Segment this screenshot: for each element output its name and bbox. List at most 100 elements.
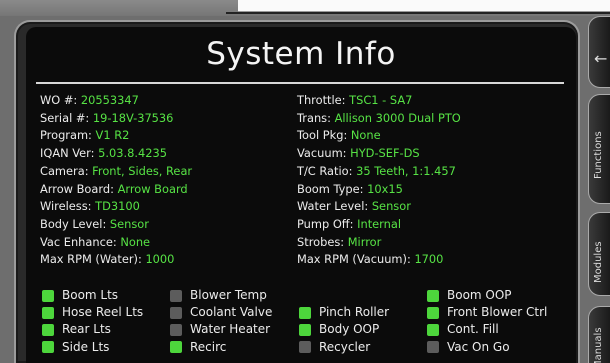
info-label: Arrow Board: (40, 181, 114, 196)
info-row-wo: WO #: 20553347 (40, 92, 192, 110)
info-label: Max RPM (Vacuum): (297, 252, 411, 267)
info-label: Pump Off: (297, 216, 354, 231)
info-value: 1000 (145, 252, 175, 267)
info-label: WO #: (40, 93, 78, 107)
back-tab[interactable]: ← (588, 16, 610, 88)
indicator-label: Side Lts (62, 339, 110, 354)
indicator-front-blower-ctrl: Front Blower Ctrl (427, 304, 547, 321)
info-value: Arrow Board (117, 181, 188, 196)
indicator-hose-reel-lts: Hose Reel Lts (42, 304, 143, 321)
indicator-label: Recirc (190, 339, 227, 354)
status-led (299, 341, 311, 354)
back-arrow-icon: ← (594, 49, 608, 68)
info-column-right: Throttle: TSC1 - SA7 Trans: Allison 3000… (297, 92, 461, 269)
indicator-column-4: Boom OOP Front Blower Ctrl Cont. Fill Va… (427, 287, 547, 356)
status-led (42, 306, 54, 319)
info-value: Mirror (347, 234, 382, 249)
indicator-vac-on-go: Vac On Go (427, 339, 547, 356)
tab-manuals-label: Manuals (593, 327, 604, 363)
status-led (427, 323, 439, 336)
info-label: Water Level: (297, 199, 369, 214)
info-label: Max RPM (Water): (40, 252, 142, 267)
indicator-label: Boom Lts (62, 288, 119, 302)
info-label: Tool Pkg: (297, 128, 348, 143)
indicator-column-3: Pinch Roller Body OOP Recycler (299, 287, 389, 356)
info-column-left: WO #: 20553347 Serial #: 19-18V-37536 Pr… (40, 92, 192, 269)
info-label: Program: (40, 128, 92, 143)
info-value: HYD-SEF-DS (350, 146, 420, 161)
info-value: 35 Teeth, 1:1.457 (356, 163, 456, 178)
info-row-camera: Camera: Front, Sides, Rear (40, 163, 192, 181)
indicator-boom-oop: Boom OOP (427, 287, 547, 304)
info-value: Allison 3000 Dual PTO (334, 110, 461, 125)
info-row-pump-off: Pump Off: Internal (297, 216, 461, 234)
indicator-label: Pinch Roller (319, 305, 390, 320)
status-led (427, 306, 439, 319)
status-led (170, 323, 182, 336)
tab-functions-label: Functions (593, 131, 604, 179)
info-row-water-level: Water Level: Sensor (297, 198, 461, 216)
info-label: Vac Enhance: (40, 234, 117, 249)
info-value: 10x15 (367, 181, 403, 196)
info-value: Sensor (109, 216, 149, 231)
tab-manuals[interactable]: Manuals (588, 306, 610, 363)
info-value: V1 R2 (95, 128, 130, 143)
indicator-column-1: Boom Lts Hose Reel Lts Rear Lts Side Lts (42, 287, 143, 356)
indicator-label: Coolant Valve (190, 305, 273, 320)
info-label: Serial #: (40, 110, 90, 125)
info-row-serial: Serial #: 19-18V-37536 (40, 110, 192, 128)
info-row-max-rpm-water: Max RPM (Water): 1000 (40, 251, 192, 269)
indicator-label: Body OOP (319, 322, 380, 337)
info-row-max-rpm-vacuum: Max RPM (Vacuum): 1700 (297, 251, 461, 269)
indicator-label: Rear Lts (62, 322, 111, 337)
info-label: Vacuum: (297, 146, 347, 161)
info-value: TSC1 - SA7 (349, 93, 413, 107)
info-row-program: Program: V1 R2 (40, 127, 192, 145)
info-row-body-level: Body Level: Sensor (40, 216, 192, 234)
status-led (42, 341, 54, 354)
indicator-label: Vac On Go (447, 339, 510, 354)
status-led (170, 289, 182, 302)
indicator-label: Hose Reel Lts (62, 305, 144, 320)
status-led (427, 289, 439, 302)
indicator-water-heater: Water Heater (170, 321, 272, 338)
tab-modules-label: Modules (593, 241, 604, 283)
top-bar-highlight (238, 0, 610, 12)
info-value: TD3100 (95, 199, 140, 214)
info-row-boom-type: Boom Type: 10x15 (297, 181, 461, 199)
indicator-label: Boom OOP (447, 288, 512, 302)
info-label: Boom Type: (297, 181, 364, 196)
info-label: Throttle: (297, 93, 346, 107)
info-label: Strobes: (297, 234, 345, 249)
info-value: Internal (357, 216, 402, 231)
status-led (299, 306, 311, 319)
tab-modules[interactable]: Modules (588, 212, 610, 296)
indicator-cont-fill: Cont. Fill (427, 321, 547, 338)
info-row-iqan-ver: IQAN Ver: 5.03.8.4235 (40, 145, 192, 163)
status-led (170, 306, 182, 319)
indicator-label: Front Blower Ctrl (447, 305, 548, 320)
status-led (170, 341, 182, 354)
indicator-label: Cont. Fill (447, 322, 499, 337)
info-label: Trans: (297, 110, 331, 125)
indicator-boom-lts: Boom Lts (42, 287, 143, 304)
info-value: 19-18V-37536 (92, 110, 174, 125)
top-bar (0, 0, 610, 16)
info-label: Camera: (40, 163, 89, 178)
info-row-throttle: Throttle: TSC1 - SA7 (297, 92, 461, 110)
info-value: Sensor (371, 199, 411, 214)
info-value: 20553347 (80, 93, 139, 107)
info-row-strobes: Strobes: Mirror (297, 234, 461, 252)
status-led (299, 323, 311, 336)
info-row-tool-pkg: Tool Pkg: None (297, 127, 461, 145)
info-row-vacuum: Vacuum: HYD-SEF-DS (297, 145, 461, 163)
indicator-label: Water Heater (190, 322, 271, 337)
indicator-rear-lts: Rear Lts (42, 321, 143, 338)
info-row-arrow-board: Arrow Board: Arrow Board (40, 181, 192, 199)
side-tab-bar: ← Functions Modules Manuals (588, 16, 610, 363)
info-value: 1700 (414, 252, 444, 267)
tab-functions[interactable]: Functions (588, 94, 610, 204)
indicator-spacer (299, 287, 389, 304)
indicator-pinch-roller: Pinch Roller (299, 304, 389, 321)
status-led (42, 289, 54, 302)
